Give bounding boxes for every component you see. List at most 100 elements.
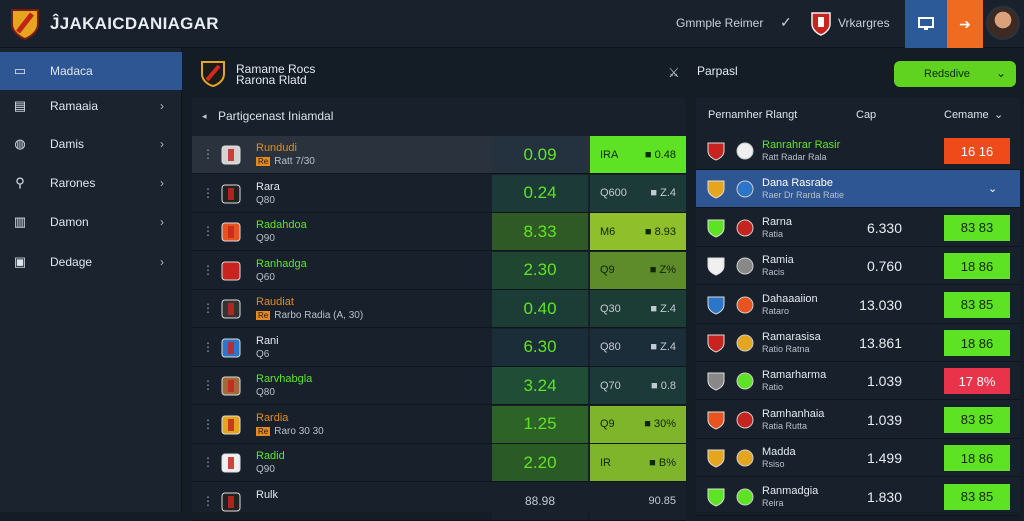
odds-b: ■ 8.93 bbox=[644, 225, 676, 238]
ranking-row[interactable]: Ramarasisa Ratio Ratna 13.861 18 86 bbox=[696, 324, 1020, 362]
drag-handle-icon[interactable]: ⋮ bbox=[202, 378, 214, 392]
sidebar-item-label: Damis bbox=[50, 137, 85, 151]
arrow-button[interactable]: ➔ bbox=[947, 0, 983, 48]
odds-pill[interactable]: 18 86 bbox=[944, 253, 1010, 280]
team-badge-icon bbox=[221, 222, 241, 242]
list-item[interactable]: ⋮ Rarvhabgla Q80 3.24 Q70 ■ 0.8 bbox=[192, 367, 686, 405]
odds-pill[interactable]: 16 16 bbox=[944, 138, 1010, 164]
team-badge-icon bbox=[736, 449, 754, 467]
odds-cell[interactable]: M6 ■ 8.93 bbox=[590, 213, 686, 250]
ranking-row[interactable]: Ramhanhaia Ratia Rutta 1.039 83 85 bbox=[696, 401, 1020, 439]
drag-handle-icon[interactable]: ⋮ bbox=[202, 301, 214, 315]
score-cell[interactable]: 6.30 bbox=[492, 328, 588, 366]
ranking-row[interactable]: Ramarharma Ratio 1.039 17 8% bbox=[696, 362, 1020, 401]
top-link[interactable]: Gmmple Reimer bbox=[676, 16, 763, 30]
list-item[interactable]: ⋮ Radahdoa Q90 8.33 M6 ■ 8.93 bbox=[192, 213, 686, 251]
top-user-name[interactable]: Vrkargres bbox=[838, 16, 890, 30]
score-cell[interactable]: 0.24 bbox=[492, 174, 588, 212]
drag-handle-icon[interactable]: ⋮ bbox=[202, 455, 214, 469]
drag-handle-icon[interactable]: ⋮ bbox=[202, 186, 214, 200]
team-badge-icon bbox=[221, 376, 241, 396]
ranking-row[interactable]: Dahaaaiion Rataro 13.030 83 85 bbox=[696, 286, 1020, 324]
panel-title: Parpasl bbox=[697, 64, 738, 78]
odds-cell[interactable]: Q600 ■ Z.4 bbox=[590, 174, 686, 212]
sidebar-item-damon[interactable]: ▥ Damon › bbox=[0, 203, 182, 241]
team-shield-icon bbox=[811, 12, 831, 36]
drag-handle-icon[interactable]: ⋮ bbox=[202, 417, 214, 431]
ranking-row[interactable]: Rarna Ratia 6.330 83 83 bbox=[696, 209, 1020, 247]
sidebar-item-rarones[interactable]: ⚲ Rarones › bbox=[0, 164, 182, 202]
monitor-button[interactable] bbox=[905, 0, 947, 48]
ranking-col-b[interactable]: Cap bbox=[856, 109, 876, 121]
ranking-row[interactable]: Ranmadgia Reira 1.830 83 85 bbox=[696, 478, 1020, 516]
drag-handle-icon[interactable]: ⋮ bbox=[202, 494, 214, 508]
drag-handle-icon[interactable]: ⋮ bbox=[202, 263, 214, 277]
list-item[interactable]: ⋮ Rani Q6 6.30 Q80 ■ Z.4 bbox=[192, 328, 686, 367]
score-cell[interactable]: 88.98 bbox=[492, 482, 588, 520]
avatar[interactable] bbox=[986, 6, 1020, 40]
shield-logo-icon[interactable] bbox=[10, 8, 40, 40]
tag-badge: Re bbox=[256, 157, 271, 166]
sidebar-item-dedage[interactable]: ▣ Dedage › bbox=[0, 243, 182, 281]
check-icon[interactable]: ✓ bbox=[780, 14, 792, 31]
ranking-team-sub: Rsiso bbox=[762, 459, 785, 470]
odds-cell[interactable]: Q9 ■ 30% bbox=[590, 405, 686, 443]
odds-cell[interactable]: 90.85 bbox=[590, 482, 686, 520]
drag-handle-icon[interactable]: ⋮ bbox=[202, 340, 214, 354]
odds-cell[interactable]: IR ■ B% bbox=[590, 444, 686, 481]
odds-cell[interactable]: Q30 ■ Z.4 bbox=[590, 290, 686, 327]
team-badge-icon bbox=[221, 145, 241, 165]
ranking-col-c[interactable]: Cemame bbox=[944, 109, 989, 121]
score-cell[interactable]: 8.33 bbox=[492, 213, 588, 250]
ranking-row[interactable]: Madda Rsiso 1.499 18 86 bbox=[696, 439, 1020, 478]
list-item[interactable]: ⋮ Rulk 88.98 90.85 bbox=[192, 482, 686, 521]
score-cell[interactable]: 3.24 bbox=[492, 367, 588, 404]
score-cell[interactable]: 1.25 bbox=[492, 405, 588, 443]
odds-cell[interactable]: Q80 ■ Z.4 bbox=[590, 328, 686, 366]
chevron-down-icon[interactable]: ⌄ bbox=[994, 108, 1003, 121]
sidebar-item-label: Madaca bbox=[50, 64, 93, 78]
odds-cell[interactable]: Q9 ■ Z% bbox=[590, 251, 686, 289]
score-cell[interactable]: 0.09 bbox=[492, 136, 588, 173]
odds-b: ■ Z% bbox=[649, 264, 676, 276]
odds-pill[interactable]: 83 83 bbox=[944, 214, 1010, 241]
drag-handle-icon[interactable]: ⋮ bbox=[202, 224, 214, 238]
ranking-team-name: Ranmadgia bbox=[762, 484, 819, 497]
list-section-header[interactable]: ◂ Partigcenast Iniamdal bbox=[192, 100, 686, 132]
ranking-row[interactable]: Dana Rasrabe Raer Dr Rarda Ratie ⌄ bbox=[696, 170, 1020, 209]
odds-pill[interactable]: 83 85 bbox=[944, 483, 1010, 510]
list-item[interactable]: ⋮ Ranhadga Q60 2.30 Q9 ■ Z% bbox=[192, 251, 686, 290]
list-item-name: Rani bbox=[256, 334, 279, 347]
score-cell[interactable]: 2.20 bbox=[492, 444, 588, 481]
score-cell[interactable]: 0.40 bbox=[492, 290, 588, 327]
list-item[interactable]: ⋮ Rara Q80 0.24 Q600 ■ Z.4 bbox=[192, 174, 686, 213]
odds-pill[interactable]: 83 85 bbox=[944, 291, 1010, 318]
odds-pill[interactable]: 18 86 bbox=[944, 445, 1010, 472]
sidebar-item-ramaaia[interactable]: ▤ Ramaaia › bbox=[0, 87, 182, 125]
odds-pill[interactable]: 83 85 bbox=[944, 406, 1010, 433]
odds-pill[interactable]: 17 8% bbox=[944, 368, 1010, 395]
team-badge-icon bbox=[736, 257, 754, 275]
team-badge-icon bbox=[707, 488, 725, 507]
list-item[interactable]: ⋮ Rardia Re Raro 30 30 1.25 Q9 ■ 30% bbox=[192, 405, 686, 444]
sidebar-item-madaca[interactable]: ▭ Madaca bbox=[0, 52, 182, 90]
drag-handle-icon[interactable]: ⋮ bbox=[202, 147, 214, 161]
ranking-value: 13.861 bbox=[859, 335, 902, 351]
score-cell[interactable]: 2.30 bbox=[492, 251, 588, 289]
list-item[interactable]: ⋮ Raudiat Re Rarbo Radia (A, 30) 0.40 Q30 ■ Z.… bbox=[192, 290, 686, 328]
odds-cell[interactable]: IRA ■ 0.48 bbox=[590, 136, 686, 173]
list-item[interactable]: ⋮ Rundudi Re Ratt 7/30 0.09 IRA ■ 0.48 bbox=[192, 136, 686, 174]
sidebar-item-damis[interactable]: ◍ Damis › bbox=[0, 125, 182, 163]
filter-dropdown[interactable]: Redsdive ⌄ bbox=[894, 61, 1016, 87]
chevron-right-icon: › bbox=[160, 215, 164, 229]
list-item[interactable]: ⋮ Radid Q90 2.20 IR ■ B% bbox=[192, 444, 686, 482]
ranking-row[interactable]: Ramia Racis 0.760 18 86 bbox=[696, 247, 1020, 286]
team-badge-icon bbox=[707, 372, 725, 391]
odds-pill[interactable]: 18 86 bbox=[944, 330, 1010, 356]
ranking-row[interactable]: Ranrahrar Rasir Ratt Radar Rala 16 16 bbox=[696, 132, 1020, 170]
stats-icon[interactable]: ⚔ bbox=[668, 65, 680, 81]
odds-cell[interactable]: Q70 ■ 0.8 bbox=[590, 367, 686, 404]
ranking-team-sub: Reira bbox=[762, 497, 784, 508]
tag-badge: Re bbox=[256, 426, 271, 436]
chevron-down-icon[interactable]: ⌄ bbox=[988, 182, 997, 195]
